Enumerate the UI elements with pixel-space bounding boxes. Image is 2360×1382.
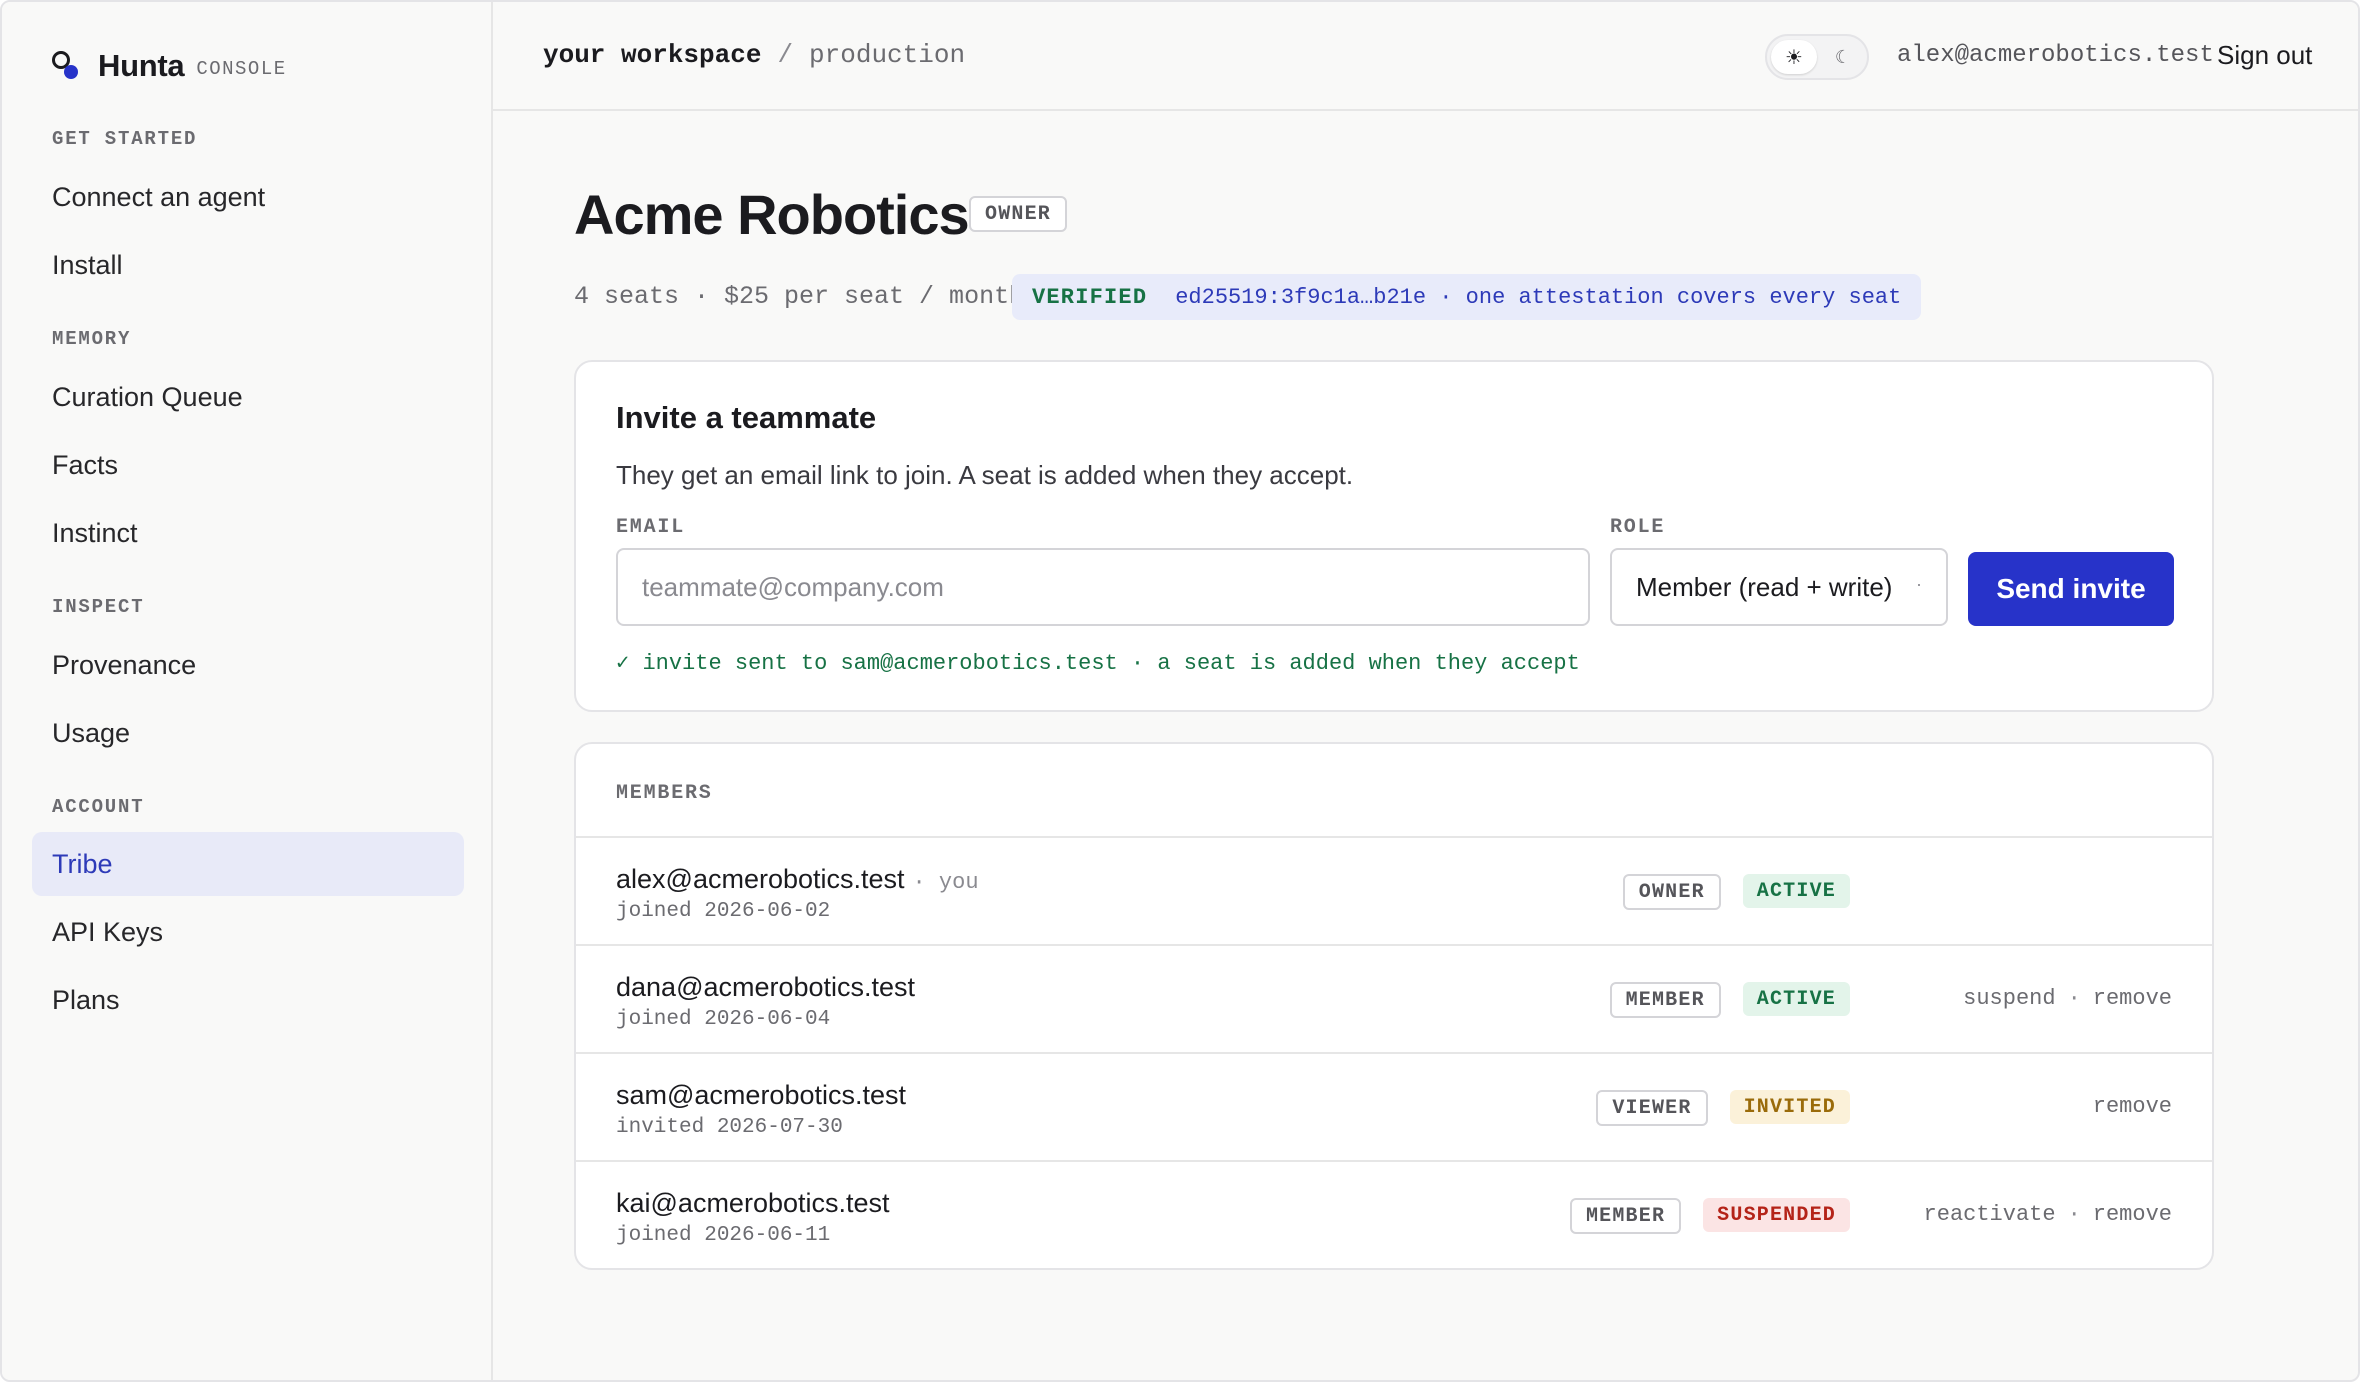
breadcrumb-environment[interactable]: production	[809, 40, 965, 70]
member-actions: reactivate · remove	[1923, 1202, 2172, 1227]
sidebar-item-plans[interactable]: Plans	[32, 968, 464, 1032]
suspend-link[interactable]: suspend	[1963, 986, 2055, 1011]
member-actions: remove	[2093, 1094, 2172, 1119]
role-select-value: Member (read + write)	[1636, 571, 1893, 602]
breadcrumb-workspace[interactable]: your workspace	[543, 40, 761, 70]
email-label: EMAIL	[616, 516, 686, 539]
member-badges: OWNER ACTIVE	[1622, 874, 1850, 910]
app-window: Hunta CONSOLE GET STARTED Connect an age…	[0, 0, 2360, 1382]
status-badge: SUSPENDED	[1703, 1198, 1850, 1232]
reactivate-link[interactable]: reactivate	[1924, 1202, 2056, 1227]
invite-card: Invite a teammate They get an email link…	[574, 360, 2214, 712]
sign-out-button[interactable]: Sign out	[2217, 40, 2312, 71]
sidebar-item-curation-queue[interactable]: Curation Queue	[32, 365, 464, 429]
remove-link[interactable]: remove	[2093, 986, 2172, 1011]
sidebar-item-connect-an-agent[interactable]: Connect an agent	[32, 165, 464, 229]
member-email: alex@acmerobotics.test · you	[616, 864, 979, 895]
verified-tag: VERIFIED	[1032, 284, 1148, 310]
sidebar-item-tribe[interactable]: Tribe	[32, 832, 464, 896]
breadcrumb: your workspace / production	[543, 40, 965, 70]
nav-section-account: ACCOUNT	[52, 796, 145, 818]
table-row: kai@acmerobotics.test joined 2026-06-11 …	[576, 1160, 2212, 1268]
owner-badge: OWNER	[969, 196, 1068, 232]
sidebar-item-provenance[interactable]: Provenance	[32, 633, 464, 697]
you-indicator: · you	[912, 870, 979, 895]
attestation-text: ed25519:3f9c1a…b21e · one attestation co…	[1175, 284, 1902, 310]
role-badge: OWNER	[1622, 874, 1721, 910]
hunta-logo-icon	[50, 51, 80, 81]
role-badge: MEMBER	[1569, 1198, 1682, 1234]
member-date: joined 2026-06-11	[616, 1224, 831, 1247]
sidebar-item-usage[interactable]: Usage	[32, 701, 464, 765]
sun-icon[interactable]: ☀	[1771, 40, 1817, 74]
member-email: dana@acmerobotics.test	[616, 972, 916, 1002]
members-header: MEMBERS	[616, 782, 713, 805]
sidebar-item-install[interactable]: Install	[32, 233, 464, 297]
nav-section-get-started: GET STARTED	[52, 128, 198, 150]
theme-toggle[interactable]: ☀ ☾	[1765, 34, 1869, 80]
table-row: dana@acmerobotics.test joined 2026-06-04…	[576, 944, 2212, 1052]
member-badges: VIEWER INVITED	[1596, 1090, 1850, 1126]
member-actions: suspend · remove	[1963, 986, 2172, 1011]
sidebar: Hunta CONSOLE GET STARTED Connect an age…	[2, 2, 493, 1380]
status-badge: ACTIVE	[1742, 874, 1850, 908]
member-badges: MEMBER ACTIVE	[1609, 982, 1850, 1018]
table-row: sam@acmerobotics.test invited 2026-07-30…	[576, 1052, 2212, 1160]
invite-status-message: ✓ invite sent to sam@acmerobotics.test ·…	[616, 651, 1580, 676]
breadcrumb-separator: /	[777, 40, 794, 70]
member-date: joined 2026-06-02	[616, 900, 831, 923]
role-badge: MEMBER	[1609, 982, 1721, 1018]
role-select[interactable]: Member (read + write) ·	[1610, 548, 1948, 626]
invite-description: They get an email link to join. A seat i…	[616, 460, 1354, 490]
table-row: alex@acmerobotics.test · you joined 2026-…	[576, 836, 2212, 944]
email-field[interactable]	[616, 548, 1590, 626]
nav-section-inspect: INSPECT	[52, 596, 145, 618]
brand-name: Hunta	[98, 48, 185, 83]
member-date: invited 2026-07-30	[616, 1116, 843, 1139]
page-title: Acme Robotics	[574, 183, 970, 246]
sidebar-item-facts[interactable]: Facts	[32, 433, 464, 497]
moon-icon[interactable]: ☾	[1823, 40, 1863, 74]
verification-pill: VERIFIED ed25519:3f9c1a…b21e · one attes…	[1012, 274, 1922, 320]
remove-link[interactable]: remove	[2093, 1094, 2172, 1119]
nav-section-memory: MEMORY	[52, 328, 132, 350]
remove-link[interactable]: remove	[2093, 1202, 2172, 1227]
role-badge: VIEWER	[1596, 1090, 1708, 1126]
invite-title: Invite a teammate	[616, 400, 877, 435]
sidebar-item-instinct[interactable]: Instinct	[32, 501, 464, 565]
members-card: MEMBERS alex@acmerobotics.test · you join…	[574, 742, 2214, 1270]
member-badges: MEMBER SUSPENDED	[1569, 1198, 1850, 1234]
status-badge: INVITED	[1729, 1090, 1850, 1124]
user-email: alex@acmerobotics.test	[1897, 42, 2214, 69]
member-date: joined 2026-06-04	[616, 1008, 831, 1031]
seat-summary: 4 seats · $25 per seat / month	[574, 282, 1025, 311]
role-label: ROLE	[1610, 516, 1666, 539]
topbar: your workspace / production ☀ ☾ alex@acm…	[493, 2, 2358, 111]
send-invite-button[interactable]: Send invite	[1968, 552, 2174, 626]
chevron-down-icon: ·	[1916, 574, 1922, 594]
sidebar-item-api-keys[interactable]: API Keys	[32, 900, 464, 964]
member-email: sam@acmerobotics.test	[616, 1080, 906, 1110]
brand[interactable]: Hunta CONSOLE	[50, 46, 287, 86]
brand-subtitle: CONSOLE	[196, 58, 287, 80]
member-email: kai@acmerobotics.test	[616, 1188, 890, 1218]
status-badge: ACTIVE	[1742, 982, 1850, 1016]
